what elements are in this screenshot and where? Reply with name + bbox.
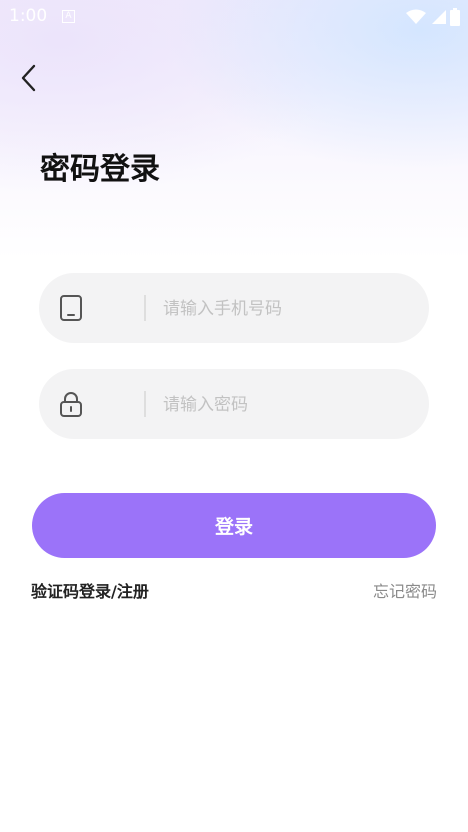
field-divider <box>144 295 146 321</box>
sms-login-register-link[interactable]: 验证码登录/注册 <box>31 578 149 602</box>
forgot-password-link[interactable]: 忘记密码 <box>373 578 437 602</box>
signal-icon <box>432 10 446 24</box>
header-gradient-background <box>0 0 468 260</box>
chevron-left-icon <box>21 64 36 92</box>
status-bar: 1:00 A <box>0 0 468 32</box>
phone-field[interactable] <box>39 273 429 343</box>
password-field[interactable] <box>39 369 429 439</box>
lock-icon <box>60 392 82 417</box>
phone-input[interactable] <box>161 288 415 330</box>
field-divider <box>144 391 146 417</box>
phone-icon <box>60 295 82 321</box>
battery-icon <box>450 8 460 26</box>
status-icons <box>406 8 460 26</box>
page-title: 密码登录 <box>40 152 160 187</box>
back-button[interactable] <box>14 60 46 96</box>
status-time: 1:00 <box>9 6 48 26</box>
wifi-icon <box>406 9 426 24</box>
password-input[interactable] <box>161 384 415 426</box>
login-button[interactable]: 登录 <box>32 493 436 558</box>
notification-a-icon: A <box>62 10 75 23</box>
